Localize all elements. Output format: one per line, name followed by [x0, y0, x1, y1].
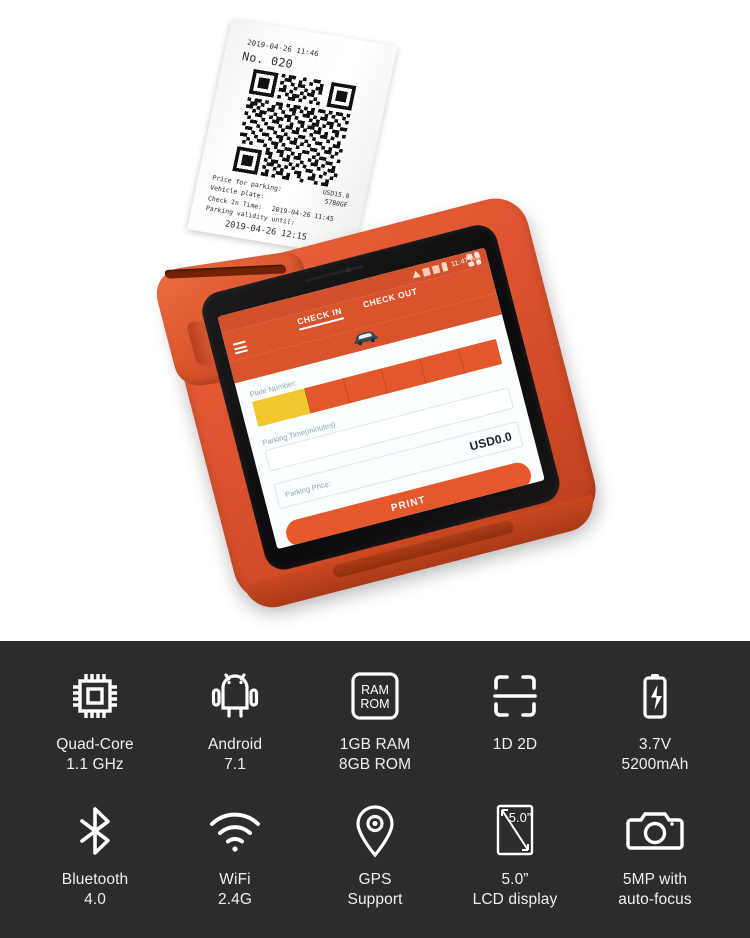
specs-row-1: Quad-Core 1.1 GHz Android 7.1 RAM ROM 1G… — [25, 641, 725, 776]
spec-display: 5.0” 5.0” LCD display — [445, 798, 585, 911]
pos-terminal-device: 11:47 AM CHECK IN CHECK OUT Plate Number… — [150, 191, 608, 628]
wifi-icon — [207, 798, 263, 864]
qr-code — [232, 68, 357, 188]
spec-line-1: 5.0” — [501, 870, 529, 888]
spec-line-2: 4.0 — [84, 891, 106, 909]
spec-android-text: Android 7.1 — [208, 735, 262, 776]
hamburger-icon[interactable] — [232, 340, 249, 355]
spec-cpu: Quad-Core 1.1 GHz — [25, 663, 165, 776]
spec-line-1: 5MP with — [622, 870, 688, 888]
spec-cpu-text: Quad-Core 1.1 GHz — [56, 735, 134, 776]
phone-screen[interactable]: 11:47 AM CHECK IN CHECK OUT Plate Number… — [217, 247, 545, 550]
parking-price-value: USD0.0 — [468, 429, 514, 454]
spec-line-2: 7.1 — [224, 756, 246, 774]
printed-receipt: 2019-04-26 11:46 No. 020 USD15.0 5780GF … — [187, 18, 398, 257]
spec-gps: GPS Support — [305, 798, 445, 911]
barcode-scanner-icon — [488, 663, 542, 729]
printer-paper-slot — [164, 264, 287, 279]
spec-line-1: 1D 2D — [492, 736, 538, 753]
earpiece-speaker — [304, 264, 364, 283]
spec-line-2: 5200mAh — [621, 756, 689, 774]
sim-status-icon — [422, 266, 432, 277]
spec-line-2: 1.1 GHz — [66, 756, 124, 774]
spec-line-1: 1GB RAM — [339, 736, 411, 753]
spec-line-2: 8GB ROM — [338, 756, 412, 774]
specs-panel: Quad-Core 1.1 GHz Android 7.1 RAM ROM 1G… — [0, 641, 750, 938]
spec-line-2: Support — [347, 891, 403, 909]
spec-scanner: 1D 2D — [445, 663, 585, 776]
spec-line-2: LCD display — [472, 891, 558, 909]
parking-price-label: Parking Price: — [283, 478, 332, 499]
spec-camera: 5MP with auto-focus — [585, 798, 725, 911]
plate-cell[interactable] — [458, 338, 503, 374]
screen-diagonal-icon: 5.0” — [491, 798, 539, 864]
spec-camera-text: 5MP with auto-focus — [618, 870, 691, 911]
product-page: 2019-04-26 11:46 No. 020 USD15.0 5780GF … — [0, 0, 750, 938]
spec-wifi: WiFi 2.4G — [165, 798, 305, 911]
wifi-status-icon — [411, 269, 422, 279]
spec-display-text: 5.0” LCD display — [473, 870, 558, 911]
spec-line-1: Android — [207, 736, 263, 753]
cpu-chip-icon — [67, 663, 123, 729]
ram-rom-icon: RAM ROM — [346, 663, 404, 729]
camera-icon — [626, 798, 684, 864]
spec-battery: 3.7V 5200mAh — [585, 663, 725, 776]
spec-wifi-text: WiFi 2.4G — [218, 870, 252, 911]
product-photo: 2019-04-26 11:46 No. 020 USD15.0 5780GF … — [0, 0, 750, 641]
spec-scanner-text: 1D 2D — [493, 735, 537, 755]
spec-line-1: Quad-Core — [56, 736, 134, 753]
battery-status-icon — [441, 261, 449, 272]
signal-status-icon — [431, 264, 441, 274]
spec-line-1: GPS — [358, 870, 392, 888]
spec-line-1: Bluetooth — [61, 870, 129, 888]
spec-line-2: auto-focus — [618, 891, 692, 909]
spec-bluetooth-text: Bluetooth 4.0 — [62, 870, 128, 911]
spec-line-2: 2.4G — [217, 891, 252, 909]
android-robot-icon — [207, 663, 263, 729]
spec-line-1: WiFi — [219, 870, 251, 888]
car-icon — [354, 331, 378, 346]
gps-pin-icon — [350, 798, 400, 864]
bluetooth-icon — [69, 798, 121, 864]
spec-gps-text: GPS Support — [348, 870, 403, 911]
spec-memory: RAM ROM 1GB RAM 8GB ROM — [305, 663, 445, 776]
display-size-badge: 5.0” — [509, 810, 531, 825]
plate-cell[interactable] — [343, 368, 389, 404]
ram-badge-line-1: RAM — [361, 683, 389, 697]
plate-cell[interactable] — [382, 358, 427, 394]
front-camera — [345, 266, 352, 274]
spec-android: Android 7.1 — [165, 663, 305, 776]
ram-badge-line-2: ROM — [360, 697, 389, 711]
plate-cell[interactable] — [420, 348, 466, 384]
plate-cell[interactable] — [305, 378, 351, 414]
spec-line-1: 3.7V — [638, 736, 672, 753]
spec-battery-text: 3.7V 5200mAh — [621, 735, 688, 776]
spec-bluetooth: Bluetooth 4.0 — [25, 798, 165, 911]
spec-memory-text: 1GB RAM 8GB ROM — [339, 735, 411, 776]
battery-icon — [628, 663, 682, 729]
specs-row-2: Bluetooth 4.0 WiFi 2.4G GPS Support 5.0”… — [25, 776, 725, 911]
